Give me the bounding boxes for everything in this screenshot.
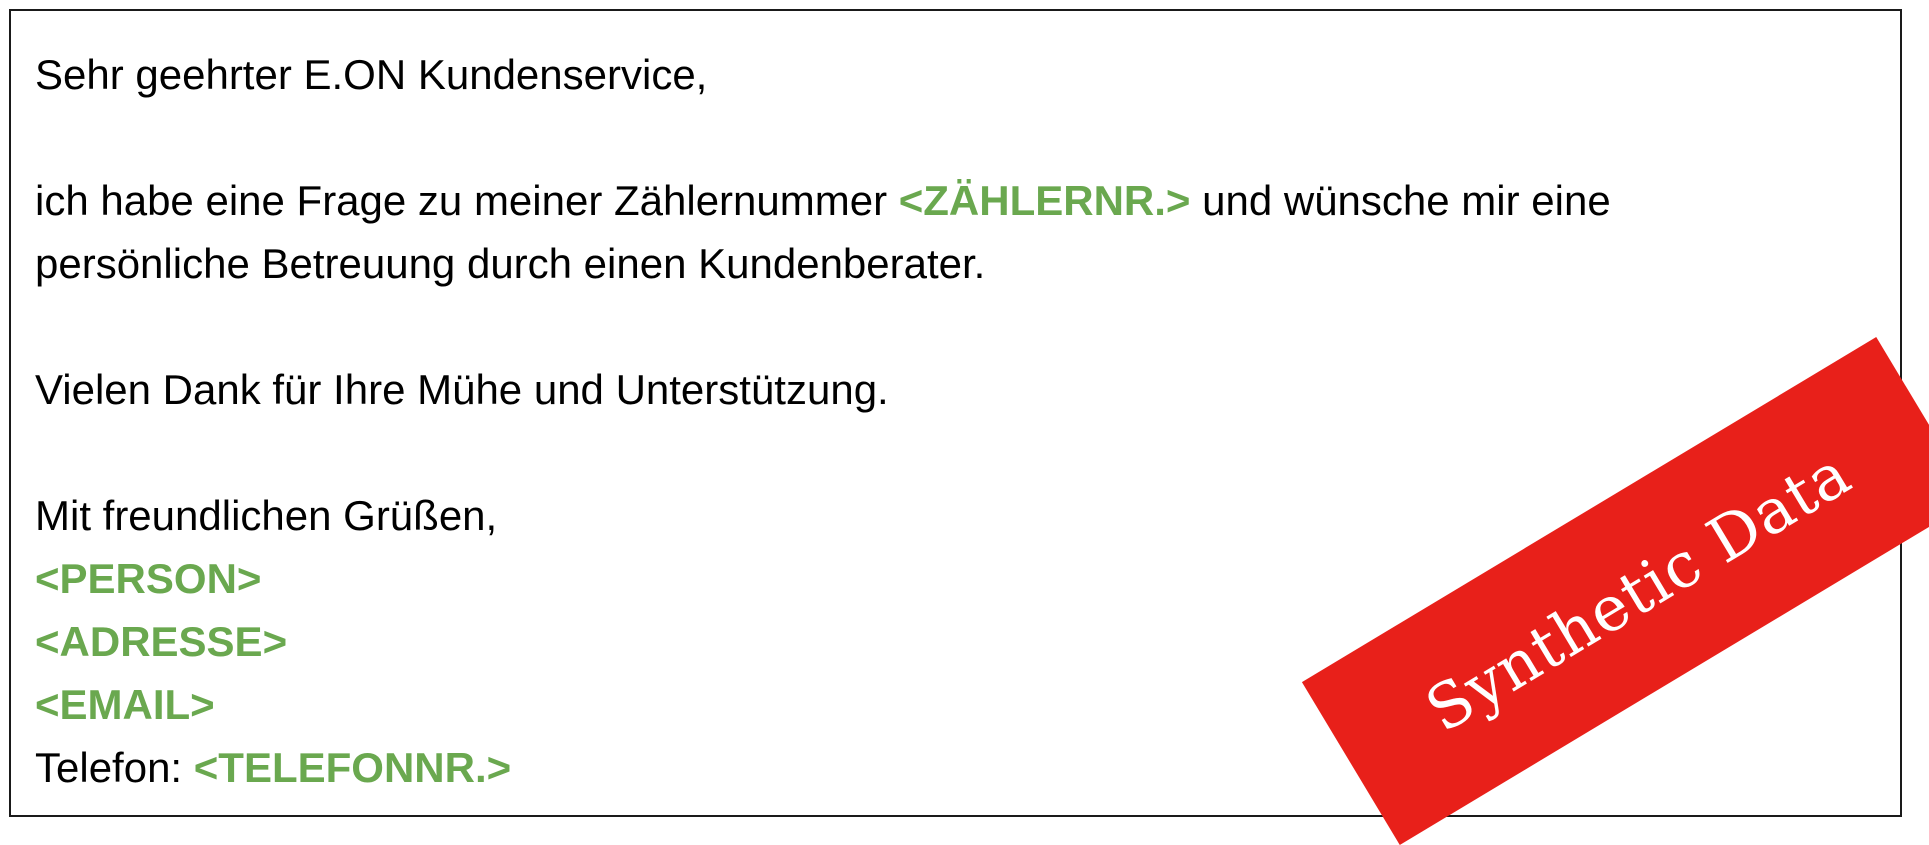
phone-label: Telefon: (35, 744, 194, 791)
body-line-1: ich habe eine Frage zu meiner Zählernumm… (35, 169, 1815, 232)
body-line-1-suffix: und wünsche mir eine (1190, 177, 1611, 224)
body-line-2: persönliche Betreuung durch einen Kunden… (35, 240, 986, 287)
body-line-1-prefix: ich habe eine Frage zu meiner Zählernumm… (35, 177, 899, 224)
meter-number-placeholder: <ZÄHLERNR.> (898, 177, 1191, 224)
phone-placeholder: <TELEFONNR.> (193, 744, 512, 791)
salutation: Sehr geehrter E.ON Kundenservice, (35, 51, 708, 98)
thanks-line: Vielen Dank für Ihre Mühe und Unterstütz… (35, 366, 889, 413)
